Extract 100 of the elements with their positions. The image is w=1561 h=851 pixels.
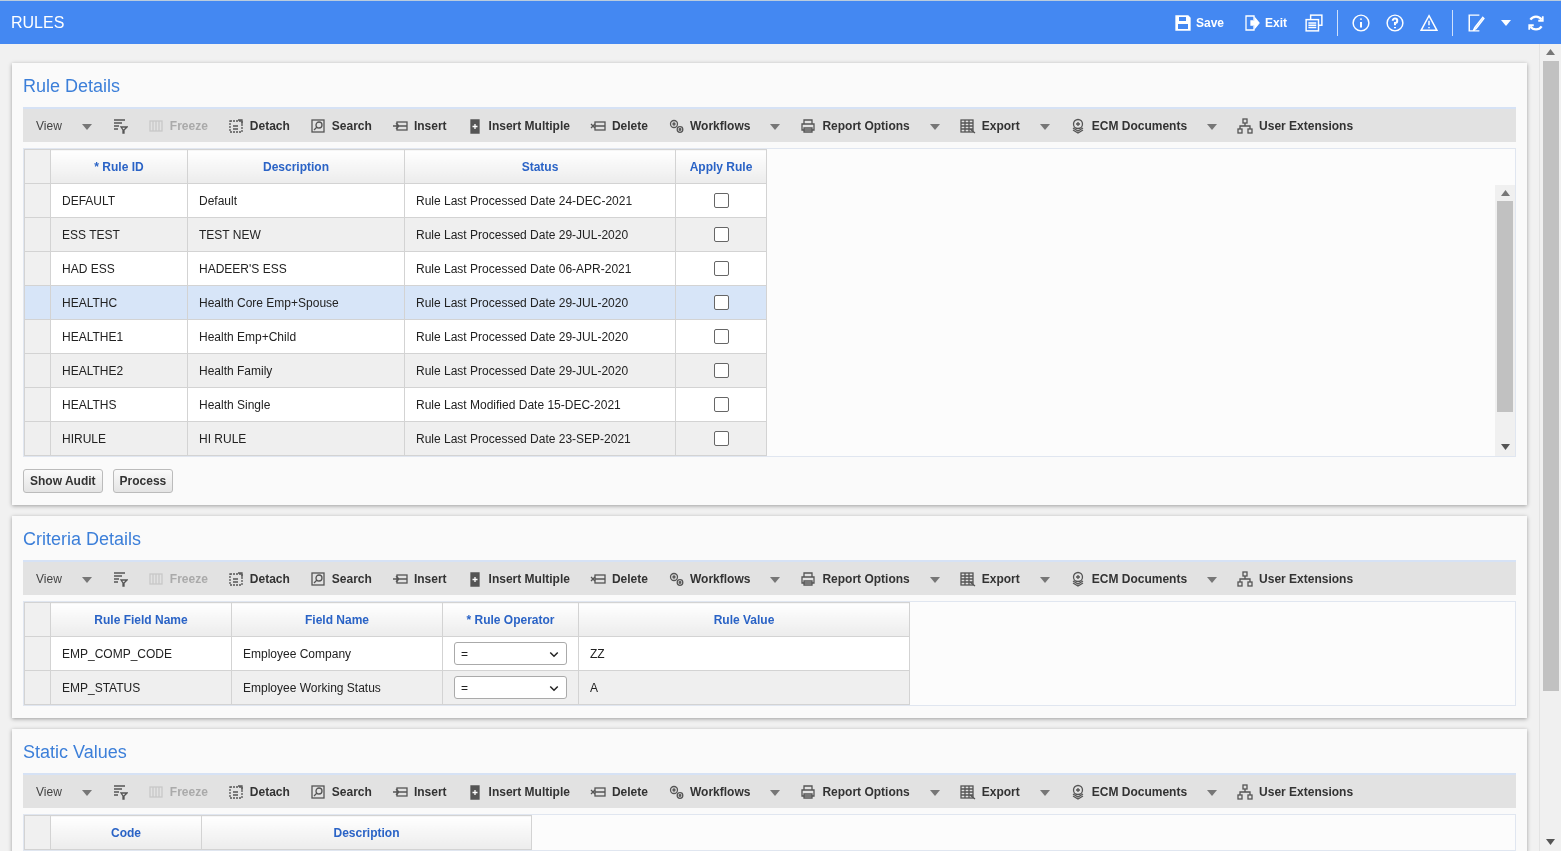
search-button[interactable]: Search: [299, 110, 382, 141]
caret-icon: [81, 789, 92, 796]
action-button[interactable]: Process: [112, 469, 174, 493]
column-header[interactable]: * Rule Operator: [442, 602, 579, 637]
grid-scrollbar[interactable]: [1495, 185, 1515, 456]
table-cell: Health Single: [187, 387, 405, 422]
detach-icon: [227, 783, 244, 800]
checkbox[interactable]: [713, 329, 729, 345]
ecm-button[interactable]: ECM Documents: [1059, 776, 1228, 807]
table-cell: HIRULE: [50, 421, 188, 456]
page-title: RULES: [11, 13, 66, 32]
insert-button[interactable]: Insert: [381, 110, 457, 141]
table-cell: TEST NEW: [187, 217, 405, 252]
caret-icon: [929, 123, 940, 130]
report-button[interactable]: Report Options: [790, 563, 950, 594]
caret-icon: [1207, 123, 1218, 130]
export-button[interactable]: Export: [949, 563, 1060, 594]
ecm-button[interactable]: ECM Documents: [1059, 563, 1228, 594]
caret-icon: [1501, 19, 1511, 26]
detach-button[interactable]: Detach: [217, 776, 300, 807]
page-scrollbar[interactable]: [1539, 44, 1561, 851]
action-button[interactable]: Show Audit: [23, 469, 103, 493]
report-button[interactable]: Report Options: [790, 776, 950, 807]
scroll-down-icon[interactable]: [1546, 839, 1555, 845]
detach-icon: [227, 117, 244, 134]
info-icon: [1352, 13, 1370, 32]
column-header[interactable]: Field Name: [231, 602, 443, 637]
printer-icon: [800, 570, 817, 587]
column-header[interactable]: Status: [404, 149, 676, 184]
checkbox[interactable]: [713, 227, 729, 243]
view-button[interactable]: View: [26, 563, 102, 594]
export-button[interactable]: Export: [949, 776, 1060, 807]
multiple-button[interactable]: Insert Multiple: [456, 563, 580, 594]
checkbox[interactable]: [713, 193, 729, 209]
table-cell: Rule Last Processed Date 29-JUL-2020: [404, 353, 676, 388]
workflows-button[interactable]: Workflows: [657, 110, 791, 141]
checkbox[interactable]: [713, 431, 729, 447]
checkbox[interactable]: [713, 261, 729, 277]
column-header[interactable]: Rule Field Name: [50, 602, 232, 637]
column-header[interactable]: Apply Rule: [675, 149, 767, 184]
delete-button[interactable]: Delete: [579, 776, 658, 807]
scroll-down-icon[interactable]: [1500, 444, 1510, 450]
hierarchy-icon: [1237, 117, 1254, 134]
column-header[interactable]: Code: [50, 815, 202, 850]
report-button[interactable]: Report Options: [790, 110, 950, 141]
table-cell: Rule Last Processed Date 29-JUL-2020: [404, 285, 676, 320]
workflows-button[interactable]: Workflows: [657, 563, 791, 594]
column-header[interactable]: Description: [187, 149, 405, 184]
table-cell: ZZ: [578, 636, 910, 671]
printer-icon: [800, 783, 817, 800]
operator-dropdown[interactable]: =: [454, 676, 567, 699]
caret-icon: [1039, 576, 1050, 583]
filter-icon: [111, 570, 128, 587]
extensions-button[interactable]: User Extensions: [1227, 776, 1364, 807]
delete-button[interactable]: Delete: [579, 110, 658, 141]
column-header[interactable]: Rule Value: [578, 602, 910, 637]
scroll-up-icon[interactable]: [1546, 49, 1555, 55]
view-button[interactable]: View: [26, 776, 102, 807]
export-button[interactable]: Export: [949, 110, 1060, 141]
delete-button[interactable]: Delete: [579, 563, 658, 594]
section-title: Criteria Details: [23, 527, 143, 551]
table-cell: Rule Last Modified Date 15-DEC-2021: [404, 387, 676, 422]
caret-icon: [81, 123, 92, 130]
caret-icon: [770, 123, 781, 130]
column-header[interactable]: * Rule ID: [50, 149, 188, 184]
scroll-up-icon[interactable]: [1500, 190, 1510, 196]
search-icon: [309, 117, 326, 134]
workflows-button[interactable]: Workflows: [657, 776, 791, 807]
multiple-button[interactable]: Insert Multiple: [456, 776, 580, 807]
ecm-button[interactable]: ECM Documents: [1059, 110, 1228, 141]
caret-icon: [929, 576, 940, 583]
table-cell: EMP_COMP_CODE: [50, 636, 232, 671]
operator-dropdown[interactable]: =: [454, 642, 567, 665]
table-cell: Rule Last Processed Date 29-JUL-2020: [404, 319, 676, 354]
filter-icon: [111, 117, 128, 134]
hierarchy-icon: [1237, 570, 1254, 587]
spreadsheet-icon: [959, 570, 976, 587]
table-cell: Health Emp+Child: [187, 319, 405, 354]
table-cell: EMP_STATUS: [50, 670, 232, 705]
column-header[interactable]: Description: [201, 815, 532, 850]
detach-button[interactable]: Detach: [217, 563, 300, 594]
table-cell: Rule Last Processed Date 24-DEC-2021: [404, 183, 676, 218]
extensions-button[interactable]: User Extensions: [1227, 563, 1364, 594]
checkbox[interactable]: [713, 397, 729, 413]
detach-button[interactable]: Detach: [217, 110, 300, 141]
checkbox[interactable]: [713, 363, 729, 379]
search-icon: [309, 570, 326, 587]
multiple-button[interactable]: Insert Multiple: [456, 110, 580, 141]
view-button[interactable]: View: [26, 110, 102, 141]
caret-icon: [1207, 576, 1218, 583]
save-icon: [1174, 14, 1191, 31]
insert-button[interactable]: Insert: [381, 563, 457, 594]
search-button[interactable]: Search: [299, 776, 382, 807]
table-cell: HEALTHS: [50, 387, 188, 422]
extensions-button[interactable]: User Extensions: [1227, 110, 1364, 141]
checkbox[interactable]: [713, 295, 729, 311]
caret-icon: [1039, 123, 1050, 130]
caret-icon: [770, 576, 781, 583]
insert-button[interactable]: Insert: [381, 776, 457, 807]
search-button[interactable]: Search: [299, 563, 382, 594]
